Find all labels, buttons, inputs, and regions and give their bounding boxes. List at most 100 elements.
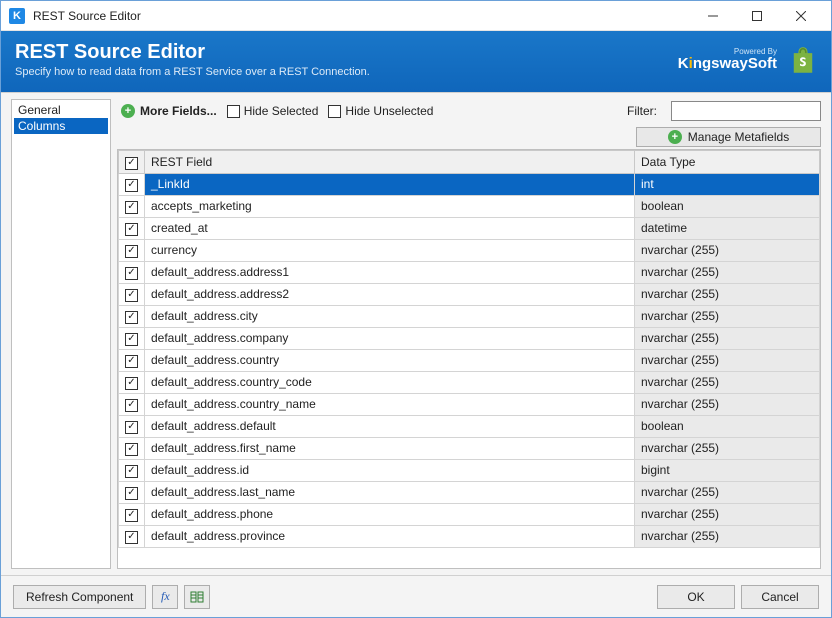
close-button[interactable] [779, 2, 823, 30]
field-name-cell[interactable]: _LinkId [145, 173, 635, 195]
column-header-field[interactable]: REST Field [145, 151, 635, 174]
fx-icon: fx [161, 589, 170, 604]
table-row[interactable]: default_address.country_namenvarchar (25… [119, 393, 820, 415]
data-type-cell[interactable]: nvarchar (255) [635, 525, 820, 547]
main-panel: + More Fields... Hide Selected Hide Unse… [117, 99, 821, 569]
filter-input[interactable] [671, 101, 821, 121]
checkbox-icon [125, 267, 138, 280]
row-checkbox[interactable] [119, 503, 145, 525]
maximize-button[interactable] [735, 2, 779, 30]
mapping-button[interactable] [184, 585, 210, 609]
data-type-cell[interactable]: nvarchar (255) [635, 283, 820, 305]
sidebar: General Columns [11, 99, 111, 569]
table-row[interactable]: _LinkIdint [119, 173, 820, 195]
row-checkbox[interactable] [119, 327, 145, 349]
row-checkbox[interactable] [119, 305, 145, 327]
table-row[interactable]: created_atdatetime [119, 217, 820, 239]
table-row[interactable]: default_address.countrynvarchar (255) [119, 349, 820, 371]
data-type-cell[interactable]: bigint [635, 459, 820, 481]
field-name-cell[interactable]: default_address.default [145, 415, 635, 437]
data-type-cell[interactable]: boolean [635, 195, 820, 217]
field-name-cell[interactable]: default_address.address2 [145, 283, 635, 305]
expression-button[interactable]: fx [152, 585, 178, 609]
hide-unselected-checkbox[interactable]: Hide Unselected [328, 104, 433, 118]
cancel-button[interactable]: Cancel [741, 585, 819, 609]
row-checkbox[interactable] [119, 371, 145, 393]
data-type-cell[interactable]: nvarchar (255) [635, 261, 820, 283]
data-type-cell[interactable]: nvarchar (255) [635, 327, 820, 349]
window: K REST Source Editor REST Source Editor … [0, 0, 832, 618]
row-checkbox[interactable] [119, 173, 145, 195]
data-type-cell[interactable]: nvarchar (255) [635, 349, 820, 371]
row-checkbox[interactable] [119, 349, 145, 371]
minimize-icon [708, 11, 718, 21]
ok-button[interactable]: OK [657, 585, 735, 609]
table-row[interactable]: default_address.phonenvarchar (255) [119, 503, 820, 525]
row-checkbox[interactable] [119, 217, 145, 239]
grid-scroll-area[interactable]: REST Field Data Type _LinkIdintaccepts_m… [118, 150, 820, 568]
field-name-cell[interactable]: accepts_marketing [145, 195, 635, 217]
table-row[interactable]: default_address.first_namenvarchar (255) [119, 437, 820, 459]
column-header-type[interactable]: Data Type [635, 151, 820, 174]
row-checkbox[interactable] [119, 283, 145, 305]
data-type-cell[interactable]: nvarchar (255) [635, 437, 820, 459]
hide-selected-checkbox[interactable]: Hide Selected [227, 104, 319, 118]
table-icon [190, 590, 204, 604]
sidebar-item-general[interactable]: General [14, 102, 108, 118]
field-name-cell[interactable]: default_address.country_name [145, 393, 635, 415]
row-checkbox[interactable] [119, 393, 145, 415]
table-row[interactable]: default_address.companynvarchar (255) [119, 327, 820, 349]
field-name-cell[interactable]: default_address.address1 [145, 261, 635, 283]
row-checkbox[interactable] [119, 525, 145, 547]
row-checkbox[interactable] [119, 261, 145, 283]
field-name-cell[interactable]: default_address.country [145, 349, 635, 371]
data-type-cell[interactable]: int [635, 173, 820, 195]
manage-metafields-button[interactable]: + Manage Metafields [636, 127, 821, 147]
table-row[interactable]: default_address.address1nvarchar (255) [119, 261, 820, 283]
refresh-component-button[interactable]: Refresh Component [13, 585, 146, 609]
table-row[interactable]: default_address.country_codenvarchar (25… [119, 371, 820, 393]
field-name-cell[interactable]: default_address.city [145, 305, 635, 327]
row-checkbox[interactable] [119, 239, 145, 261]
field-name-cell[interactable]: default_address.province [145, 525, 635, 547]
table-row[interactable]: default_address.address2nvarchar (255) [119, 283, 820, 305]
filter-label: Filter: [627, 104, 657, 118]
field-name-cell[interactable]: default_address.phone [145, 503, 635, 525]
field-name-cell[interactable]: default_address.first_name [145, 437, 635, 459]
row-checkbox[interactable] [119, 437, 145, 459]
row-checkbox[interactable] [119, 195, 145, 217]
table-row[interactable]: currencynvarchar (255) [119, 239, 820, 261]
checkbox-icon [125, 311, 138, 324]
table-row[interactable]: default_address.provincenvarchar (255) [119, 525, 820, 547]
table-row[interactable]: default_address.defaultboolean [119, 415, 820, 437]
data-type-cell[interactable]: boolean [635, 415, 820, 437]
field-name-cell[interactable]: created_at [145, 217, 635, 239]
data-type-cell[interactable]: datetime [635, 217, 820, 239]
data-type-cell[interactable]: nvarchar (255) [635, 393, 820, 415]
row-checkbox[interactable] [119, 481, 145, 503]
field-name-cell[interactable]: default_address.country_code [145, 371, 635, 393]
data-type-cell[interactable]: nvarchar (255) [635, 371, 820, 393]
checkbox-icon [125, 223, 138, 236]
checkbox-icon [125, 443, 138, 456]
table-row[interactable]: default_address.citynvarchar (255) [119, 305, 820, 327]
minimize-button[interactable] [691, 2, 735, 30]
sidebar-item-columns[interactable]: Columns [14, 118, 108, 134]
checkbox-icon [227, 105, 240, 118]
select-all-checkbox[interactable] [119, 151, 145, 174]
row-checkbox[interactable] [119, 415, 145, 437]
more-fields-button[interactable]: + More Fields... [121, 104, 217, 118]
checkbox-icon [125, 487, 138, 500]
data-type-cell[interactable]: nvarchar (255) [635, 305, 820, 327]
table-row[interactable]: default_address.idbigint [119, 459, 820, 481]
row-checkbox[interactable] [119, 459, 145, 481]
data-type-cell[interactable]: nvarchar (255) [635, 481, 820, 503]
data-type-cell[interactable]: nvarchar (255) [635, 503, 820, 525]
table-row[interactable]: default_address.last_namenvarchar (255) [119, 481, 820, 503]
field-name-cell[interactable]: currency [145, 239, 635, 261]
field-name-cell[interactable]: default_address.id [145, 459, 635, 481]
field-name-cell[interactable]: default_address.last_name [145, 481, 635, 503]
field-name-cell[interactable]: default_address.company [145, 327, 635, 349]
table-row[interactable]: accepts_marketingboolean [119, 195, 820, 217]
data-type-cell[interactable]: nvarchar (255) [635, 239, 820, 261]
